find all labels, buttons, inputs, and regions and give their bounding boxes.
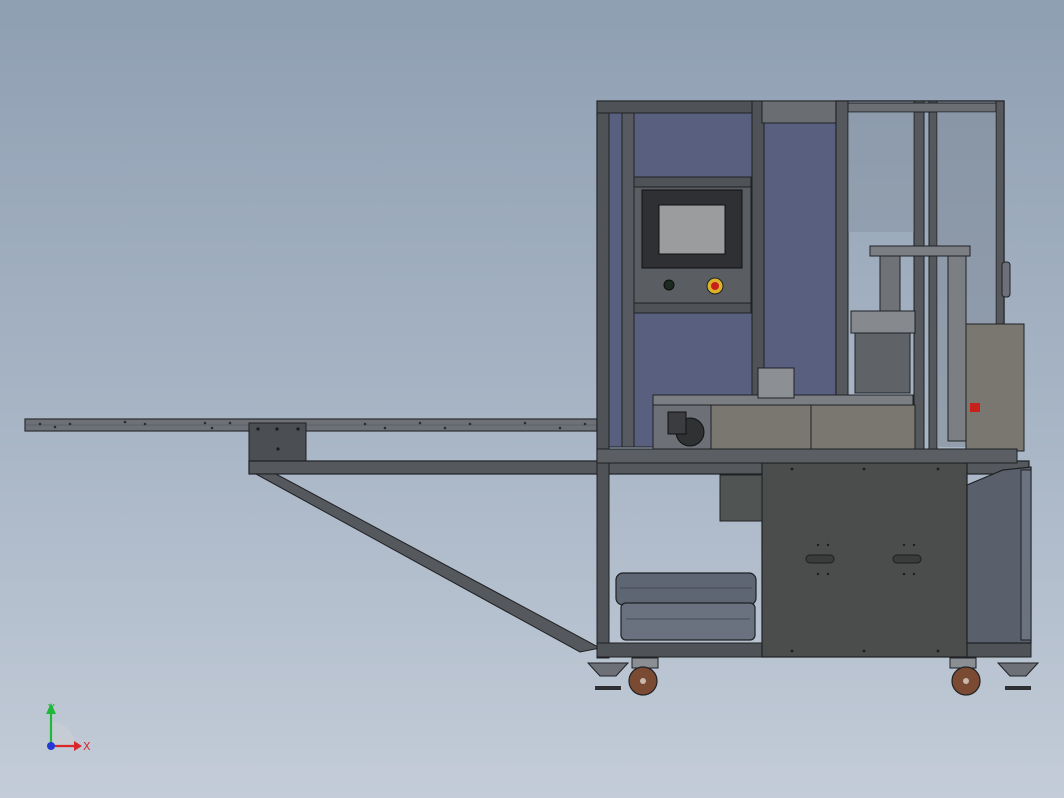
side-cabinet xyxy=(966,466,1032,644)
hmi-touchscreen[interactable] xyxy=(658,204,726,255)
triad-z-axis xyxy=(47,742,55,750)
emergency-stop-icon[interactable] xyxy=(706,277,724,295)
storage-bin xyxy=(615,572,757,641)
red-indicator-icon xyxy=(970,403,980,412)
start-button-icon[interactable] xyxy=(663,279,675,291)
triad-y-label: Y xyxy=(47,702,55,715)
3d-model-viewport[interactable]: Y X xyxy=(0,0,1064,798)
caster-wheels xyxy=(586,657,1040,696)
coordinate-triad: Y X xyxy=(46,702,91,753)
lower-cabinet-panel xyxy=(719,462,968,658)
triad-x-label: X xyxy=(83,740,91,753)
guard-door-handle[interactable] xyxy=(1001,261,1011,298)
arm-mount-bracket xyxy=(248,422,307,462)
conveyor-arm xyxy=(24,418,598,432)
